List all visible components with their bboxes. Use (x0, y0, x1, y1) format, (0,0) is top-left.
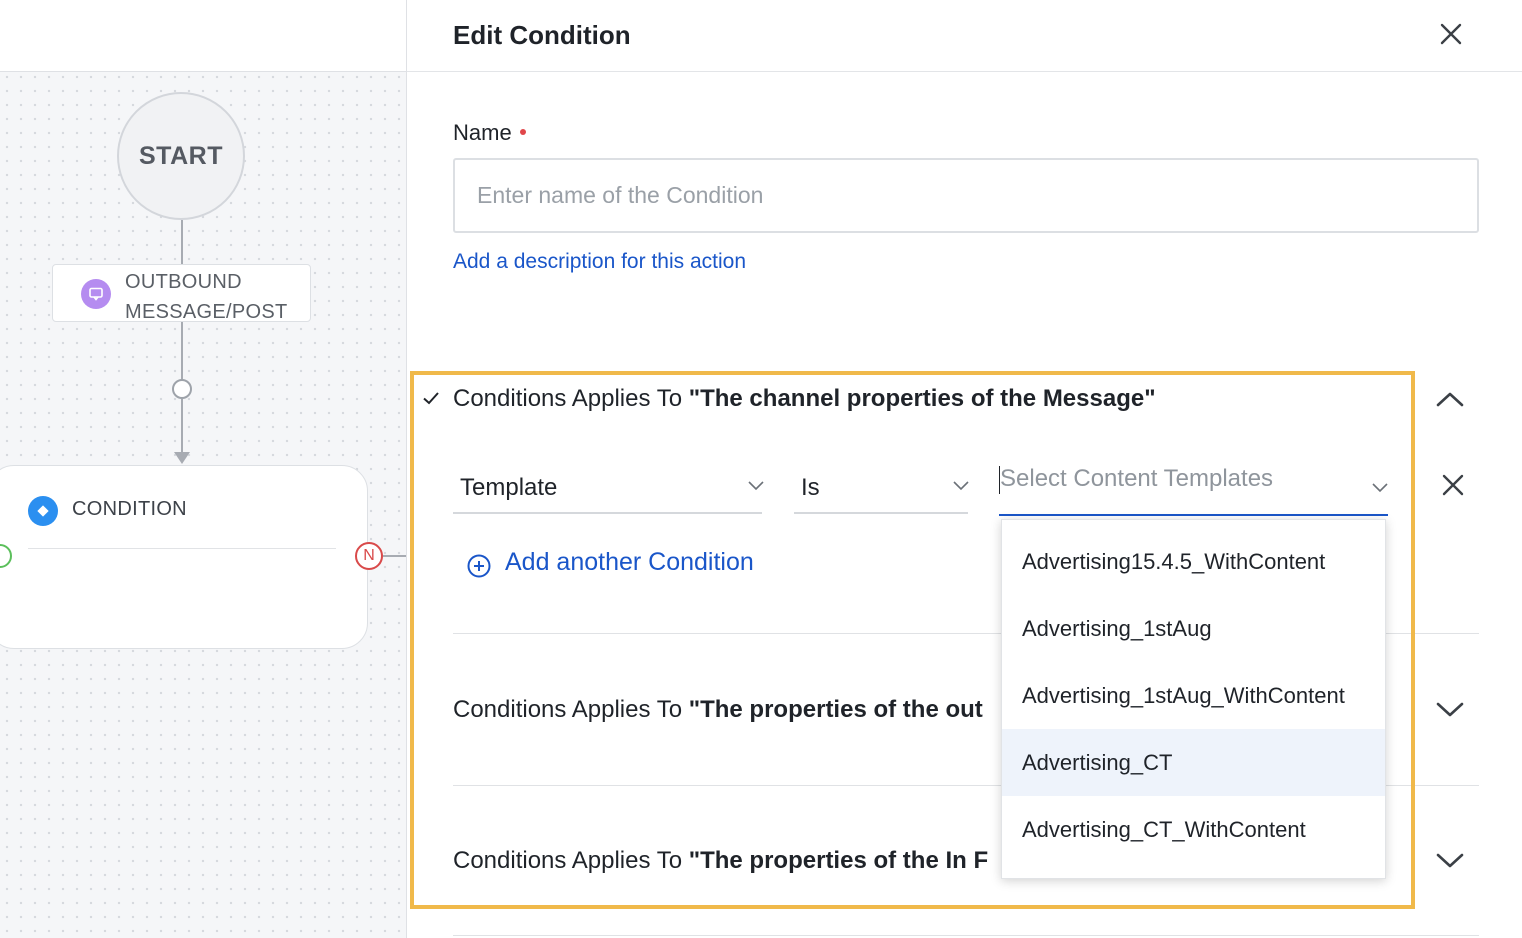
connector-line (383, 555, 406, 557)
condition-node-label: CONDITION (72, 498, 187, 520)
chevron-down-icon (1436, 853, 1464, 868)
chevron-down-icon (1436, 702, 1464, 717)
close-icon (1442, 474, 1464, 496)
dropdown-option[interactable]: Advertising15.4.5_WithContent (1002, 528, 1385, 595)
section-title-channel[interactable]: Conditions Applies To "The channel prope… (453, 385, 1156, 413)
connector-line (181, 399, 183, 455)
field-select-value: Template (460, 474, 558, 501)
connector-line (181, 322, 183, 380)
content-templates-select[interactable]: Select Content Templates (999, 452, 1388, 516)
chevron-down-icon (748, 481, 764, 491)
message-icon (81, 279, 111, 309)
no-port[interactable]: N (355, 542, 383, 570)
dropdown-option[interactable]: Advertising_CT_WithContent (1002, 796, 1385, 863)
start-node-label: START (139, 141, 223, 170)
required-indicator (519, 129, 526, 136)
content-templates-dropdown[interactable]: Advertising15.4.5_WithContent Advertisin… (1001, 519, 1386, 879)
dropdown-option[interactable]: Advertising_1stAug_WithContent (1002, 662, 1385, 729)
outbound-node-label: OUTBOUND MESSAGE/POST (125, 271, 288, 323)
add-description-link[interactable]: Add a description for this action (453, 250, 746, 274)
dropdown-option-highlighted[interactable]: Advertising_CT (1002, 729, 1385, 796)
operator-select-value: Is (801, 474, 820, 501)
plus-circle-icon (467, 554, 491, 578)
arrow-head-icon (174, 452, 190, 464)
condition-node-divider (28, 548, 336, 549)
close-icon (1440, 23, 1462, 45)
condition-name-input[interactable] (453, 158, 1479, 233)
remove-condition-button[interactable] (1439, 471, 1467, 499)
outbound-message-node[interactable]: OUTBOUND MESSAGE/POST (52, 264, 311, 323)
section-title-outbound[interactable]: Conditions Applies To "The properties of… (453, 696, 983, 724)
diamond-icon (28, 496, 58, 526)
connector-line (181, 220, 183, 264)
condition-node[interactable] (0, 465, 368, 649)
panel-title: Edit Condition (453, 20, 631, 50)
operator-select[interactable]: Is (794, 462, 969, 514)
dropdown-option[interactable]: Advertising_1stAug (1002, 595, 1385, 662)
add-node-port[interactable] (172, 379, 192, 399)
expand-section-button[interactable] (1435, 700, 1465, 720)
no-port-label: N (363, 547, 375, 564)
field-select[interactable]: Template (453, 462, 764, 514)
content-templates-placeholder: Select Content Templates (1000, 465, 1274, 492)
check-icon (421, 388, 441, 413)
section-title-inbound[interactable]: Conditions Applies To "The properties of… (453, 847, 988, 875)
chevron-down-icon (953, 481, 969, 491)
start-node[interactable]: START (117, 92, 245, 220)
close-panel-button[interactable] (1437, 20, 1465, 48)
header-divider (407, 71, 1522, 72)
chevron-up-icon (1436, 392, 1464, 407)
expand-section-button[interactable] (1435, 851, 1465, 871)
add-another-condition-label: Add another Condition (505, 548, 754, 576)
panel-divider (406, 0, 407, 938)
canvas-toolbar (0, 0, 406, 72)
collapse-section-button[interactable] (1435, 389, 1465, 409)
name-field-label: Name (453, 120, 526, 146)
chevron-down-icon (1372, 483, 1388, 493)
section-divider (453, 935, 1479, 936)
